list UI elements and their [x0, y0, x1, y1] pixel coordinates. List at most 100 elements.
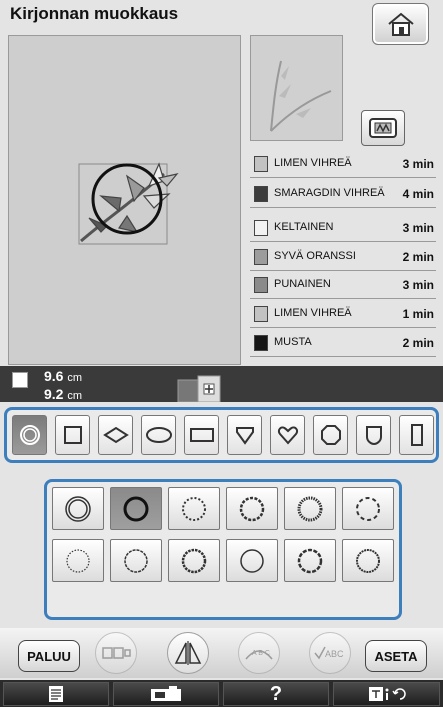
thread-name: MUSTA — [274, 336, 312, 348]
thread-row: MUSTA 2 min — [250, 329, 436, 357]
thread-name: KELTAINEN — [274, 221, 334, 233]
sparse-bead-ring-icon — [297, 548, 323, 573]
wavy-bead-ring-icon — [181, 548, 207, 573]
style-scalloped-ring-button[interactable] — [110, 539, 162, 582]
bold-ring-icon — [123, 496, 149, 521]
page-title: Kirjonnan muokkaus — [10, 4, 179, 23]
zigzag-ring-icon — [356, 548, 380, 573]
style-bead-ring-button[interactable] — [226, 487, 278, 530]
thread-color-swatch — [254, 248, 268, 265]
style-sparse-bead-ring-button[interactable] — [284, 539, 336, 582]
shape-diamond-button[interactable] — [98, 415, 133, 455]
thread-row: LIMEN VIHREÄ 3 min — [250, 150, 436, 178]
shape-badge-button[interactable] — [356, 415, 391, 455]
size-icon — [12, 372, 28, 388]
thread-name: SMARAGDIN VIHREÄ — [274, 187, 385, 199]
thread-row: SMARAGDIN VIHREÄ 4 min — [250, 180, 436, 208]
arc-text-icon: A B C — [245, 650, 273, 660]
settings-tab[interactable] — [3, 682, 109, 706]
frame-icon — [369, 118, 397, 138]
shape-shield-button[interactable] — [227, 415, 262, 455]
style-bold-ring-button[interactable] — [110, 487, 162, 530]
mirror-button[interactable] — [167, 632, 209, 674]
style-fine-dotted-ring-button[interactable] — [168, 487, 220, 530]
home-button[interactable] — [372, 3, 429, 45]
style-plain-ring-button[interactable] — [226, 539, 278, 582]
shape-tall-rectangle-button[interactable] — [399, 415, 434, 455]
square-shape-icon — [63, 426, 82, 444]
scalloped-ring-icon — [124, 548, 148, 573]
embroidery-machine-tab[interactable] — [113, 682, 219, 706]
thread-name: LIMEN VIHREÄ — [274, 157, 352, 169]
thread-color-swatch — [254, 276, 268, 293]
arrange-button[interactable] — [95, 632, 137, 674]
thread-color-swatch — [254, 219, 268, 236]
shape-rectangle-button[interactable] — [184, 415, 219, 455]
shape-oval-button[interactable] — [141, 415, 176, 455]
thread-name: PUNAINEN — [274, 278, 331, 290]
add-pattern-icon — [176, 374, 226, 403]
style-thin-dotted-ring-button[interactable] — [52, 539, 104, 582]
badge-shape-icon — [365, 426, 382, 446]
embroidery-preview[interactable] — [8, 35, 241, 365]
thread-row: SYVÄ ORANSSI 2 min — [250, 243, 436, 271]
set-button[interactable]: ASETA — [365, 640, 427, 672]
check-text-button[interactable]: ABC — [309, 632, 351, 674]
document-icon — [49, 686, 63, 702]
home-icon — [387, 12, 414, 36]
shape-heart-button[interactable] — [270, 415, 305, 455]
dense-bead-ring-icon — [297, 496, 323, 521]
arc-text-button[interactable]: A B C — [238, 632, 280, 674]
rectangle-shape-icon — [189, 428, 214, 442]
style-wavy-bead-ring-button[interactable] — [168, 539, 220, 582]
style-zigzag-ring-button[interactable] — [342, 539, 394, 582]
shield-shape-icon — [235, 427, 254, 445]
thread-time: 3 min — [402, 220, 434, 235]
dashed-ring-icon — [356, 496, 380, 521]
thin-dotted-ring-icon — [66, 548, 90, 573]
thread-row: KELTAINEN 3 min — [250, 214, 436, 242]
svg-text:ABC: ABC — [325, 649, 344, 659]
svg-text:A B C: A B C — [252, 650, 270, 657]
thread-row: PUNAINEN 3 min — [250, 271, 436, 299]
heart-shape-icon — [277, 426, 298, 445]
arrange-icon — [102, 647, 131, 659]
design-width: 9.6 cm — [44, 368, 83, 384]
design-thumbnail — [250, 35, 343, 141]
design-height: 9.2 cm — [44, 386, 83, 400]
embroidery-frame-button[interactable] — [361, 110, 405, 146]
tall-rectangle-shape-icon — [410, 424, 423, 446]
help-tab[interactable]: ? — [223, 682, 329, 706]
diamond-shape-icon — [102, 426, 129, 444]
style-double-ring-button[interactable] — [52, 487, 104, 530]
back-button[interactable]: PALUU — [18, 640, 80, 672]
thread-color-swatch — [254, 155, 268, 172]
thread-name: LIMEN VIHREÄ — [274, 307, 352, 319]
thread-color-swatch — [254, 334, 268, 351]
oval-shape-icon — [145, 427, 172, 443]
screen-switch-tab[interactable] — [333, 682, 440, 706]
thread-time: 2 min — [402, 249, 434, 264]
shape-circle-button[interactable] — [12, 415, 47, 455]
double-ring-icon — [65, 495, 91, 522]
thread-time: 1 min — [402, 306, 434, 321]
embroidery-machine-icon — [151, 686, 181, 701]
thread-color-swatch — [254, 185, 268, 202]
thread-time: 4 min — [402, 186, 434, 201]
thread-name: SYVÄ ORANSSI — [274, 250, 356, 262]
leaf-outline-icon — [270, 60, 332, 132]
thread-time: 3 min — [402, 156, 434, 171]
shape-square-button[interactable] — [55, 415, 90, 455]
circle-shape-icon — [19, 425, 40, 445]
thread-color-swatch — [254, 305, 268, 322]
thread-row: LIMEN VIHREÄ 1 min — [250, 300, 436, 328]
style-dashed-ring-button[interactable] — [342, 487, 394, 530]
hand-switch-icon — [368, 687, 406, 701]
shape-octagon-button[interactable] — [313, 415, 348, 455]
mirror-icon — [174, 641, 202, 665]
bead-ring-icon — [239, 496, 265, 521]
fine-dotted-ring-icon — [182, 496, 206, 521]
thread-time: 3 min — [402, 277, 434, 292]
check-text-icon: ABC — [314, 646, 344, 660]
style-dense-bead-ring-button[interactable] — [284, 487, 336, 530]
